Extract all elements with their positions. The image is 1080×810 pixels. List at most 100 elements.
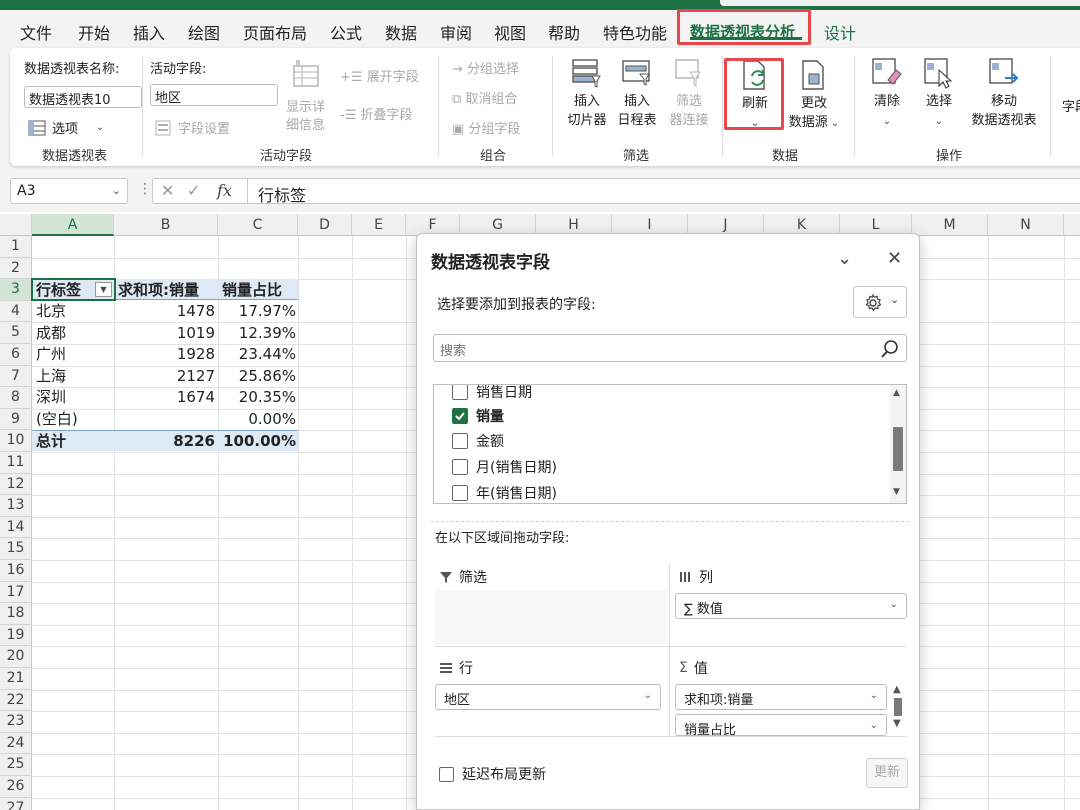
row-header-9[interactable]: 9 [0, 408, 32, 431]
values-share-field[interactable]: 销量占比 ⌄ [675, 714, 887, 736]
update-button[interactable]: 更新 [866, 758, 908, 788]
active-field-input[interactable]: 地区 [150, 84, 278, 106]
move-pivot-button[interactable]: 移动 数据透视表 [962, 56, 1046, 130]
pivot-row-sales[interactable]: 1019 [114, 323, 215, 344]
pivot-row-label[interactable]: 深圳 [36, 387, 114, 408]
more-vertical-icon[interactable]: ⋮ [138, 181, 152, 197]
menu-special[interactable]: 特色功能 [603, 20, 667, 44]
row-header-14[interactable]: 14 [0, 516, 32, 539]
pivot-row-label[interactable]: (空白) [36, 409, 114, 430]
col-header-n[interactable]: N [988, 214, 1064, 236]
refresh-button[interactable]: 刷新 ⌄ [726, 58, 784, 133]
menu-insert[interactable]: 插入 [133, 20, 165, 44]
rows-region-field[interactable]: 地区 ⌄ [435, 684, 661, 710]
pivot-row-share[interactable]: 0.00% [218, 409, 296, 430]
scroll-up-icon[interactable]: ▲ [893, 684, 901, 695]
field-list[interactable]: 销售日期 销量 金额 月(销售日期) 年(销售日期) ▲ ▼ [433, 384, 907, 504]
scroll-thumb[interactable] [894, 698, 902, 716]
title-search[interactable] [720, 0, 1080, 6]
row-header-15[interactable]: 15 [0, 538, 32, 560]
pivot-row-sales[interactable]: 2127 [114, 366, 215, 387]
panel-settings-button[interactable]: ⌄ [853, 286, 907, 318]
row-header-6[interactable]: 6 [0, 344, 32, 366]
group-field-button[interactable]: ▣ 分组字段 [452, 118, 520, 137]
select-all-corner[interactable] [0, 214, 32, 236]
scroll-up-icon[interactable]: ▲ [893, 388, 900, 398]
field-checkbox[interactable] [452, 385, 468, 400]
confirm-icon[interactable]: ✓ [187, 181, 200, 200]
pivot-row-share[interactable]: 25.86% [218, 366, 296, 387]
tab-design[interactable]: 设计 [824, 20, 856, 44]
menu-review[interactable]: 审阅 [440, 20, 472, 44]
menu-draw[interactable]: 绘图 [188, 20, 220, 44]
values-sum-sales-field[interactable]: 求和项:销量 ⌄ [675, 684, 887, 710]
filter-connections-button[interactable]: 筛选 器连接 [660, 56, 718, 130]
values-scrollbar[interactable]: ▲ ▼ [891, 684, 905, 734]
col-header-c[interactable]: C [218, 214, 298, 236]
defer-update-option[interactable]: 延迟布局更新 [439, 764, 546, 784]
field-item-year[interactable]: 年(销售日期) [452, 480, 557, 503]
field-checkbox-checked[interactable] [452, 407, 468, 424]
pivot-row-share[interactable]: 12.39% [218, 323, 296, 344]
field-search-input[interactable]: 搜索 [433, 334, 907, 362]
group-selection-button[interactable]: → 分组选择 [452, 58, 519, 77]
scroll-down-icon[interactable]: ▼ [893, 718, 901, 729]
pivot-row-label[interactable]: 北京 [36, 301, 114, 322]
pivot-total-label[interactable]: 总计 [36, 431, 114, 452]
row-header-17[interactable]: 17 [0, 581, 32, 604]
row-header-22[interactable]: 22 [0, 689, 32, 712]
field-checkbox[interactable] [452, 484, 468, 501]
field-checkbox[interactable] [452, 432, 468, 449]
col-header-d[interactable]: D [298, 214, 352, 236]
filter-drop-zone[interactable] [435, 590, 667, 644]
row-header-4[interactable]: 4 [0, 300, 32, 323]
pivot-total-sales[interactable]: 8226 [114, 431, 215, 452]
row-header-23[interactable]: 23 [0, 711, 32, 733]
pivot-row-label[interactable]: 成都 [36, 323, 114, 344]
pivot-row-label[interactable]: 广州 [36, 344, 114, 365]
select-button[interactable]: 选择 ⌄ [910, 56, 968, 131]
scroll-down-icon[interactable]: ▼ [893, 487, 900, 497]
row-header-7[interactable]: 7 [0, 365, 32, 388]
pivot-row-share[interactable]: 23.44% [218, 344, 296, 365]
row-header-11[interactable]: 11 [0, 452, 32, 474]
menu-data[interactable]: 数据 [385, 20, 417, 44]
row-header-27[interactable]: 27 [0, 797, 32, 810]
menu-file[interactable]: 文件 [20, 20, 52, 44]
row-header-10[interactable]: 10 [0, 430, 32, 452]
col-header-m[interactable]: M [912, 214, 988, 236]
pivot-name-input[interactable]: 数据透视表10 [24, 86, 142, 108]
options-button[interactable]: 选项 ⌄ [28, 118, 104, 137]
col-header-e[interactable]: E [352, 214, 406, 236]
columns-values-field[interactable]: ∑ 数值 ⌄ [675, 593, 907, 619]
pivot-row-share[interactable]: 20.35% [218, 387, 296, 408]
row-header-24[interactable]: 24 [0, 732, 32, 755]
field-item-sales[interactable]: 销量 [452, 403, 504, 428]
scroll-thumb[interactable] [893, 427, 903, 471]
row-header-26[interactable]: 26 [0, 776, 32, 798]
row-header-19[interactable]: 19 [0, 624, 32, 647]
pivot-row-sales[interactable]: 1674 [114, 387, 215, 408]
clear-button[interactable]: 清除 ⌄ [858, 56, 916, 131]
pivot-row-share[interactable]: 17.97% [218, 301, 296, 322]
cancel-icon[interactable]: ✕ [161, 181, 174, 200]
row-header-1[interactable]: 1 [0, 236, 32, 258]
row-header-3[interactable]: 3 [0, 279, 32, 301]
field-list-cut-label[interactable]: 字段 [1062, 96, 1080, 115]
menu-help[interactable]: 帮助 [548, 20, 580, 44]
row-header-21[interactable]: 21 [0, 668, 32, 690]
pivot-header-sum-sales[interactable]: 求和项:销量 [118, 280, 218, 301]
pivot-row-sales[interactable]: 1928 [114, 344, 215, 365]
expand-field-button[interactable]: +☰ 展开字段 [340, 66, 419, 85]
row-header-16[interactable]: 16 [0, 560, 32, 582]
row-header-12[interactable]: 12 [0, 473, 32, 496]
pivot-total-share[interactable]: 100.00% [218, 431, 296, 452]
col-header-b[interactable]: B [114, 214, 218, 236]
field-item-sale-date[interactable]: 销售日期 [452, 385, 532, 404]
col-header-a[interactable]: A [32, 214, 114, 236]
formula-input[interactable]: 行标签 [248, 178, 1080, 205]
change-data-source-button[interactable]: 更改 数据源 ⌄ [784, 58, 844, 133]
pivot-row-label[interactable]: 上海 [36, 366, 114, 387]
row-header-13[interactable]: 13 [0, 495, 32, 517]
name-box[interactable]: A3 ⌄ [10, 178, 128, 204]
